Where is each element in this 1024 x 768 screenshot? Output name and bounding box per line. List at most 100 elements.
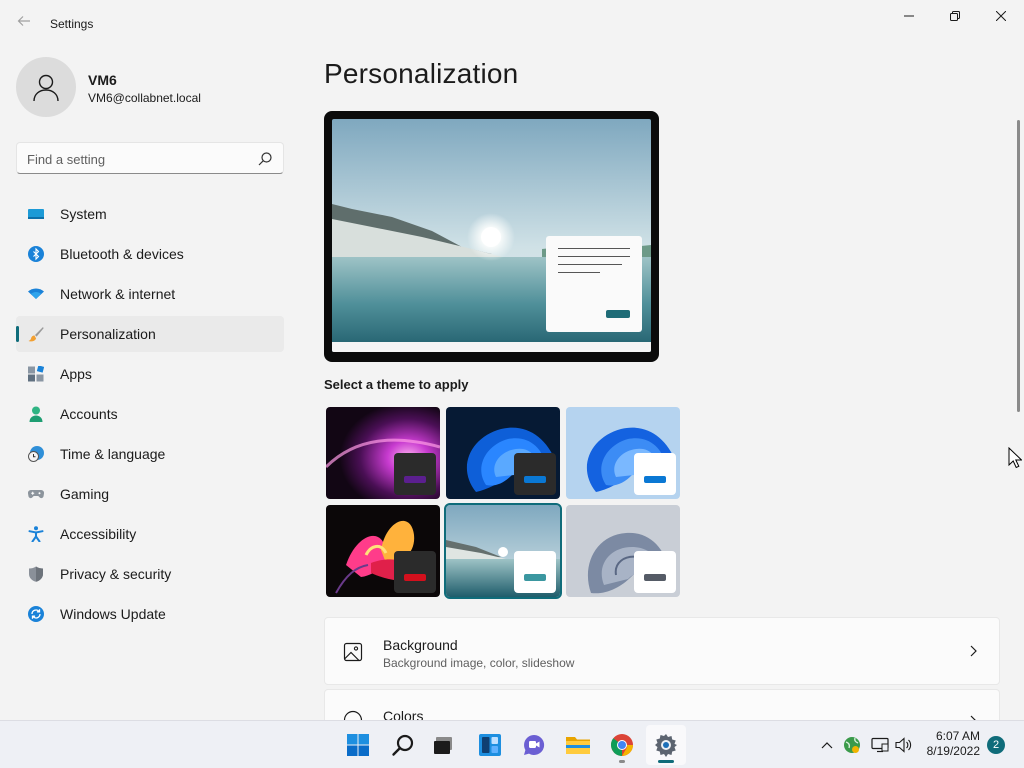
background-setting-card[interactable]: Background Background image, color, slid…	[324, 617, 1000, 685]
accent-bar	[524, 476, 546, 483]
theme-light-swatch	[634, 453, 676, 495]
palette-icon	[343, 710, 363, 720]
card-title: Colors	[383, 708, 424, 720]
vertical-scrollbar[interactable]	[1017, 120, 1020, 412]
preview-accent-button	[606, 310, 630, 318]
preview-taskbar	[332, 342, 651, 352]
accent-bar	[524, 574, 546, 581]
volume-icon	[895, 737, 912, 753]
image-icon	[343, 642, 363, 662]
gamepad-icon	[28, 489, 44, 499]
minimize-button[interactable]	[886, 0, 932, 32]
sidebar-item-time-language[interactable]: Time & language	[16, 436, 284, 472]
theme-dark-swatch	[514, 453, 556, 495]
chrome-button[interactable]	[602, 725, 642, 765]
sidebar-item-system[interactable]: System	[16, 196, 284, 232]
theme-grid	[324, 405, 684, 599]
theme-preview	[324, 111, 659, 362]
mouse-cursor-icon	[1008, 447, 1022, 469]
themes-heading: Select a theme to apply	[324, 377, 469, 392]
show-hidden-icons-button[interactable]	[817, 733, 837, 757]
accent-bar	[404, 574, 426, 581]
file-explorer-icon	[566, 737, 590, 754]
colors-setting-card[interactable]: Colors	[324, 689, 1000, 720]
user-icon	[33, 74, 59, 102]
sidebar-item-accounts[interactable]: Accounts	[16, 396, 284, 432]
theme-glow[interactable]	[326, 407, 440, 499]
notification-badge[interactable]: 2	[987, 736, 1005, 754]
system-icon	[28, 209, 44, 219]
theme-sunrise-swatch	[514, 551, 556, 593]
theme-sunrise[interactable]	[444, 503, 562, 599]
widgets-button[interactable]	[470, 725, 510, 765]
sidebar-item-label: Apps	[60, 366, 92, 382]
wifi-icon	[28, 288, 44, 299]
chevron-up-icon	[821, 742, 833, 749]
sidebar-item-personalization[interactable]: Personalization	[16, 316, 284, 352]
sidebar-item-network[interactable]: Network & internet	[16, 276, 284, 312]
task-view-icon	[434, 737, 452, 754]
theme-glow-swatch	[394, 453, 436, 495]
sidebar-item-gaming[interactable]: Gaming	[16, 476, 284, 512]
display-tray-button[interactable]	[870, 733, 890, 757]
sidebar-item-accessibility[interactable]: Accessibility	[16, 516, 284, 552]
sidebar-item-bluetooth[interactable]: Bluetooth & devices	[16, 236, 284, 272]
volume-button[interactable]	[894, 733, 914, 757]
sidebar-item-label: Time & language	[60, 446, 166, 462]
close-icon	[996, 11, 1006, 21]
chevron-right-icon	[970, 645, 977, 657]
accessibility-icon	[28, 526, 44, 542]
close-button[interactable]	[978, 0, 1024, 32]
preview-text-line	[558, 264, 622, 265]
teams-chat-button[interactable]	[514, 725, 554, 765]
start-button[interactable]	[338, 725, 378, 765]
preview-desktop	[332, 119, 651, 352]
sidebar-nav: System Bluetooth & devices Network & int…	[16, 196, 284, 636]
search-box[interactable]	[16, 142, 284, 174]
sidebar-item-label: Network & internet	[60, 286, 176, 302]
card-title: Background	[383, 637, 458, 653]
theme-light[interactable]	[566, 407, 680, 499]
theme-captured-motion[interactable]	[326, 505, 440, 597]
apps-icon	[28, 366, 44, 382]
file-explorer-button[interactable]	[558, 725, 598, 765]
task-view-button[interactable]	[424, 725, 464, 765]
accent-bar	[644, 476, 666, 483]
sidebar-item-label: Gaming	[60, 486, 110, 502]
taskbar-search-button[interactable]	[383, 725, 423, 765]
search-icon	[392, 734, 414, 756]
app-title: Settings	[50, 17, 94, 31]
preview-window	[546, 236, 642, 332]
theme-flow-swatch	[634, 551, 676, 593]
network-status-button[interactable]	[842, 733, 862, 757]
taskbar: 6:07 AM 8/19/2022 2	[0, 720, 1024, 768]
sidebar-item-privacy-security[interactable]: Privacy & security	[16, 556, 284, 592]
restore-button[interactable]	[932, 0, 978, 32]
sidebar-item-apps[interactable]: Apps	[16, 356, 284, 392]
bluetooth-icon	[28, 246, 44, 262]
theme-flow[interactable]	[566, 505, 680, 597]
monitor-icon	[871, 737, 889, 753]
clock[interactable]: 6:07 AM 8/19/2022	[918, 729, 980, 759]
back-button[interactable]	[12, 12, 36, 36]
card-subtitle: Background image, color, slideshow	[383, 656, 575, 670]
settings-icon	[655, 734, 677, 757]
search-icon[interactable]	[257, 151, 273, 167]
teams-chat-icon	[524, 734, 545, 755]
sidebar-item-windows-update[interactable]: Windows Update	[16, 596, 284, 632]
sidebar-item-label: Accounts	[60, 406, 118, 422]
chrome-icon	[611, 734, 633, 756]
active-indicator	[658, 760, 674, 763]
start-icon	[347, 734, 369, 756]
preview-text-line	[558, 272, 600, 273]
clock-date: 8/19/2022	[926, 744, 980, 758]
settings-taskbar-button[interactable]	[646, 725, 686, 765]
search-input[interactable]	[27, 149, 247, 169]
sidebar-item-label: Privacy & security	[60, 566, 172, 582]
globe-status-icon	[844, 737, 860, 753]
avatar[interactable]	[16, 57, 76, 117]
theme-dark[interactable]	[446, 407, 560, 499]
accent-bar	[404, 476, 426, 483]
sidebar-item-label: Personalization	[60, 326, 156, 342]
running-indicator	[619, 760, 625, 763]
